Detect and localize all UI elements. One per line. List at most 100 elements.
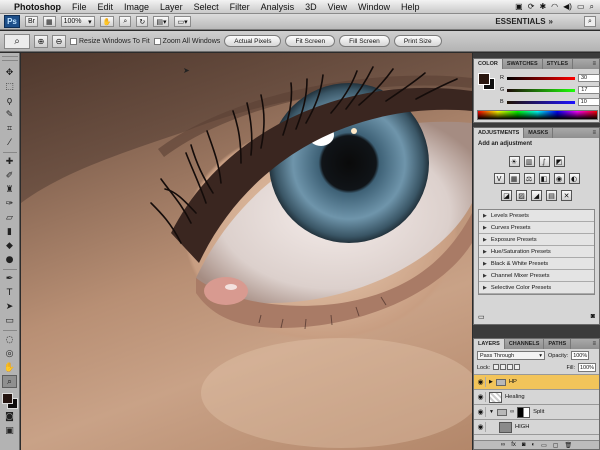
lock-image-icon[interactable] (500, 363, 507, 370)
zoom-tool-icon[interactable]: ⌕ (2, 375, 17, 388)
pen-tool-icon[interactable]: ✒ (2, 272, 17, 285)
preset-channel-mixer[interactable]: ▶ Channel Mixer Presets (479, 270, 594, 282)
foreground-color-chip[interactable] (478, 73, 490, 85)
shape-tool-icon[interactable]: ▭ (2, 314, 17, 327)
search-icon[interactable]: ⌕ (584, 16, 596, 27)
preset-exposure[interactable]: ▶ Exposure Presets (479, 234, 594, 246)
layer-name[interactable]: Healing (505, 394, 525, 400)
gradient-map-icon[interactable]: ▤ (546, 190, 557, 201)
fit-screen-button[interactable]: Fit Screen (285, 35, 336, 47)
trash-icon[interactable]: 🗑 (564, 442, 572, 449)
screen-mode-icon[interactable]: ▣ (2, 424, 17, 437)
disclosure-triangle-icon[interactable]: ▶ (489, 379, 493, 385)
panel-menu-icon[interactable]: ≡ (592, 59, 599, 69)
invert-icon[interactable]: ◪ (501, 190, 512, 201)
fill-screen-button[interactable]: Fill Screen (339, 35, 390, 47)
battery-icon[interactable]: ▭ (577, 2, 585, 11)
tab-layers[interactable]: LAYERS (474, 339, 505, 349)
blur-tool-icon[interactable]: ◆ (2, 239, 17, 252)
red-slider[interactable]: R 30 (500, 74, 600, 82)
arrange-documents-icon[interactable]: ▤▾ (153, 16, 170, 27)
healing-brush-tool-icon[interactable]: ✚ (2, 155, 17, 168)
zoom-level-select[interactable]: 100% ▾ (60, 16, 95, 27)
preset-hue-saturation[interactable]: ▶ Hue/Saturation Presets (479, 246, 594, 258)
layer-row-hp[interactable]: ◉ ▶ HP (474, 375, 599, 390)
menu-3d[interactable]: 3D (305, 2, 317, 12)
screen-mode-icon[interactable]: ▭▾ (174, 16, 191, 27)
green-slider[interactable]: G 17 (500, 86, 600, 94)
workspace-switcher[interactable]: ESSENTIALS» (495, 17, 553, 26)
new-group-icon[interactable]: ▭ (541, 442, 547, 449)
bridge-icon[interactable]: Br (25, 16, 38, 27)
zoom-all-windows-checkbox[interactable]: Zoom All Windows (153, 37, 220, 45)
crop-tool-icon[interactable]: ⌗ (2, 122, 17, 135)
tab-adjustments[interactable]: ADJUSTMENTS (474, 128, 525, 138)
rotate-view-icon[interactable]: ↻ (136, 16, 149, 27)
hand-tool-icon[interactable]: ✋ (99, 16, 115, 27)
dodge-tool-icon[interactable]: ● (2, 253, 17, 266)
tab-channels[interactable]: CHANNELS (505, 339, 545, 349)
eye-icon[interactable]: ◉ (476, 377, 486, 387)
bluetooth-icon[interactable]: ✱ (539, 2, 546, 11)
history-brush-tool-icon[interactable]: ✑ (2, 197, 17, 210)
move-tool-icon[interactable]: ✥ (2, 66, 17, 79)
wifi-icon[interactable]: ◠ (551, 2, 558, 11)
disclosure-triangle-icon[interactable]: ▼ (489, 409, 494, 415)
channel-mixer-icon[interactable]: ◐ (568, 173, 580, 184)
link-layers-icon[interactable]: ∞ (501, 442, 505, 448)
color-swatches[interactable] (1, 392, 19, 410)
zoom-in-icon[interactable]: ⊕ (34, 34, 48, 48)
opacity-input[interactable]: 100% (571, 351, 590, 360)
menu-view[interactable]: View (328, 2, 347, 12)
3d-orbit-tool-icon[interactable]: ◎ (2, 347, 17, 360)
blue-ramp[interactable] (506, 100, 575, 104)
lasso-tool-icon[interactable]: ϙ (2, 94, 17, 107)
layer-row-high[interactable]: ◉ HIGH (474, 420, 599, 435)
panel-menu-icon[interactable]: ≡ (592, 339, 599, 349)
preset-curves[interactable]: ▶ Curves Presets (479, 222, 594, 234)
foreground-color-swatch[interactable] (1, 393, 13, 404)
marquee-tool-icon[interactable]: ⬚ (2, 80, 17, 93)
zoom-out-icon[interactable]: ⊖ (52, 34, 66, 48)
gradient-tool-icon[interactable]: ▮ (2, 225, 17, 238)
photo-filter-icon[interactable]: ◉ (553, 173, 565, 184)
eye-icon[interactable]: ◉ (476, 422, 486, 432)
threshold-icon[interactable]: ◢ (531, 190, 542, 201)
layer-name[interactable]: HIGH (515, 424, 530, 430)
eye-icon[interactable]: ◉ (476, 407, 486, 417)
lock-all-icon[interactable] (514, 363, 521, 370)
mask-toggle-icon[interactable]: ◙ (591, 313, 595, 321)
layer-name[interactable]: HP (509, 379, 517, 385)
print-size-button[interactable]: Print Size (393, 35, 442, 47)
spotlight-icon[interactable]: ⌕ (590, 2, 594, 12)
lock-transparency-icon[interactable] (493, 363, 500, 370)
brush-tool-icon[interactable]: ✐ (2, 169, 17, 182)
levels-icon[interactable]: ▥ (523, 156, 535, 167)
green-ramp[interactable] (507, 88, 576, 92)
menu-analysis[interactable]: Analysis (261, 2, 295, 12)
resize-windows-checkbox[interactable]: Resize Windows To Fit (70, 37, 150, 45)
screen-icon[interactable]: ▣ (515, 2, 523, 11)
quick-select-tool-icon[interactable]: ✎ (2, 108, 17, 121)
tab-masks[interactable]: MASKS (524, 128, 554, 138)
actual-pixels-button[interactable]: Actual Pixels (224, 35, 282, 47)
green-value-input[interactable]: 17 (578, 86, 600, 94)
document-canvas[interactable]: ➤ (21, 53, 472, 450)
clone-stamp-tool-icon[interactable]: ♜ (2, 183, 17, 196)
adjustment-layer-icon[interactable]: ◐ (531, 442, 535, 448)
exposure-icon[interactable]: ◩ (553, 156, 565, 167)
tab-paths[interactable]: PATHS (544, 339, 572, 349)
red-value-input[interactable]: 30 (577, 74, 600, 82)
zoom-tool-icon[interactable]: ⌕ (119, 16, 132, 27)
menu-filter[interactable]: Filter (230, 2, 250, 12)
menu-window[interactable]: Window (358, 2, 390, 12)
panel-grip[interactable] (1, 56, 18, 61)
quick-mask-icon[interactable]: ◙ (2, 410, 17, 423)
brightness-contrast-icon[interactable]: ☀ (508, 156, 520, 167)
preset-selective-color[interactable]: ▶ Selective Color Presets (479, 282, 594, 294)
posterize-icon[interactable]: ▨ (516, 190, 527, 201)
3d-rotate-tool-icon[interactable]: ◌ (2, 333, 17, 346)
hand-tool-icon[interactable]: ✋ (2, 361, 17, 374)
menu-edit[interactable]: Edit (98, 2, 114, 12)
clip-icon[interactable]: ▭ (478, 313, 485, 321)
